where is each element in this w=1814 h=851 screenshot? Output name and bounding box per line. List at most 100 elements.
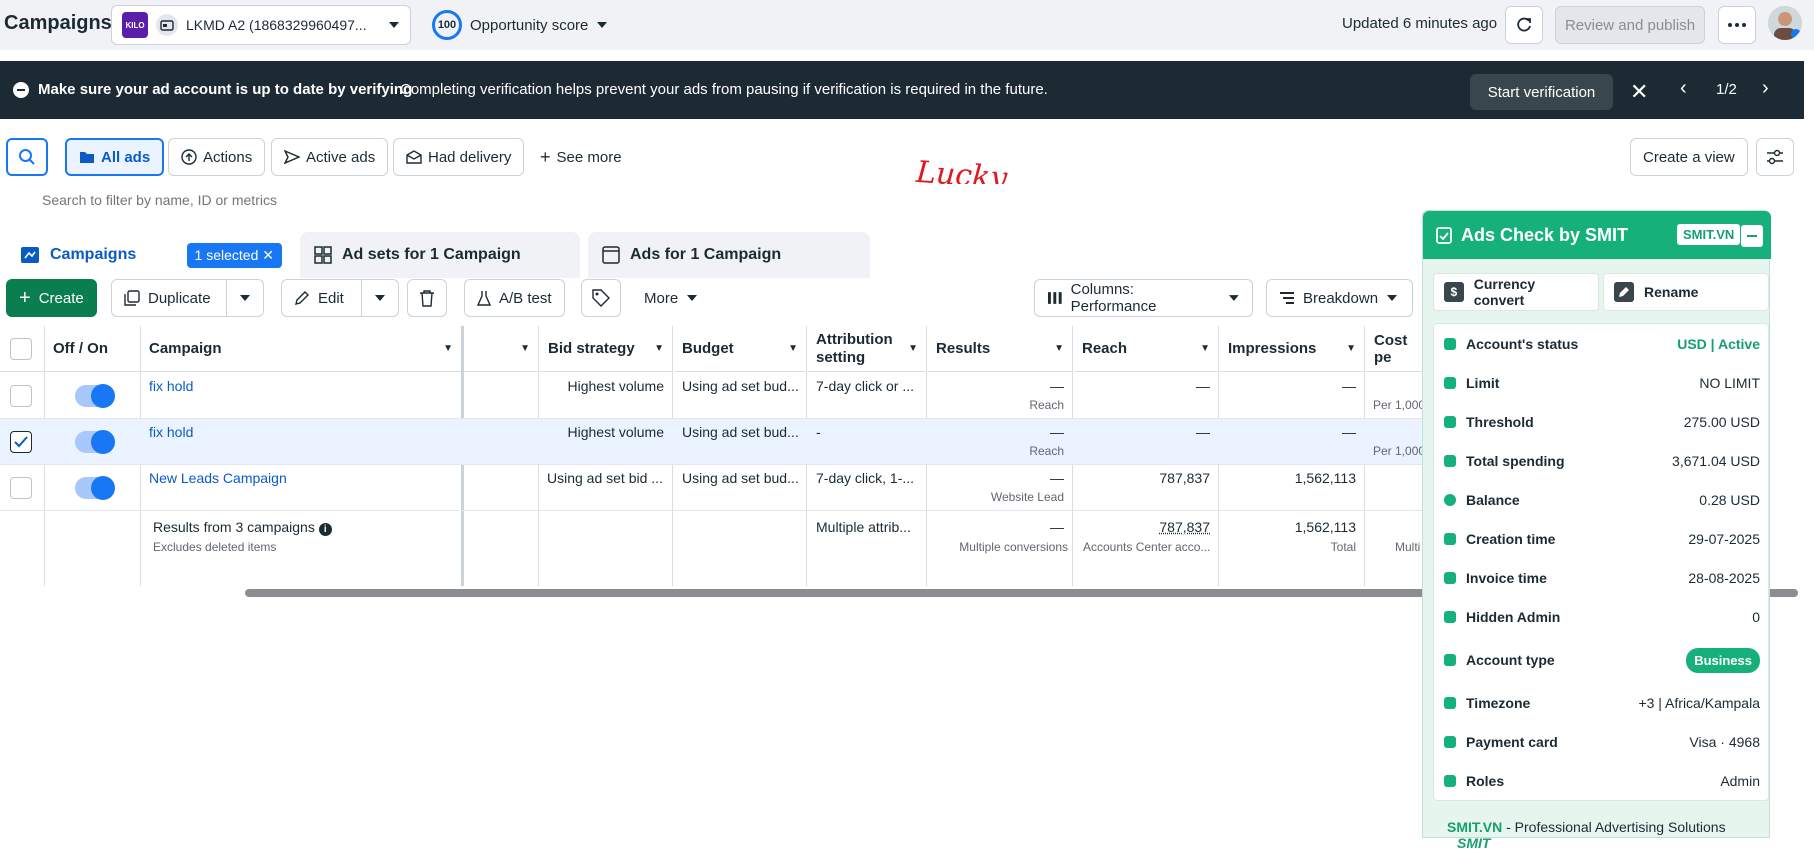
info-row-threshold: Threshold 275.00 USD — [1434, 404, 1770, 440]
row-checkbox[interactable] — [10, 477, 32, 499]
info-label: Hidden Admin — [1466, 609, 1561, 625]
all-ads-filter[interactable]: All ads — [65, 138, 165, 176]
smit-info-list: Account's status USD | Active Limit NO LIM… — [1433, 323, 1769, 801]
duplicate-button[interactable]: Duplicate — [111, 279, 264, 317]
actions-filter[interactable]: Actions — [168, 138, 266, 176]
chevron-left-icon[interactable]: ‹ — [1680, 77, 1687, 100]
select-all-checkbox[interactable] — [10, 338, 32, 360]
view-settings-button[interactable] — [1756, 138, 1794, 176]
selected-badge[interactable]: 1 selected ✕ — [186, 242, 282, 268]
create-button[interactable]: + Create — [6, 279, 97, 317]
tab-campaigns[interactable]: Campaigns 1 selected ✕ — [6, 232, 296, 278]
bid-strategy-cell: Using ad set bid ... — [547, 470, 663, 486]
duplicate-dropdown[interactable] — [226, 279, 251, 317]
header-impressions[interactable]: Impressions ▼ — [1220, 326, 1364, 372]
had-delivery-filter[interactable]: Had delivery — [393, 138, 525, 176]
edit-icon — [1614, 282, 1634, 302]
header-results[interactable]: Results ▼ — [928, 326, 1072, 372]
info-value: Business — [1686, 647, 1760, 673]
spending-icon — [1444, 455, 1456, 467]
delivery-toggle[interactable] — [75, 430, 115, 454]
header-reach[interactable]: Reach ▼ — [1074, 326, 1218, 372]
footer-brand[interactable]: SMIT.VN — [1447, 819, 1502, 835]
chevron-down-icon — [1387, 295, 1398, 301]
impressions-cell: — — [1342, 378, 1356, 394]
ellipsis-icon — [1728, 23, 1746, 27]
edit-button[interactable]: Edit — [281, 279, 399, 317]
close-icon[interactable]: ✕ — [1630, 79, 1648, 105]
info-row-limit: Limit NO LIMIT — [1434, 365, 1770, 401]
delivery-toggle[interactable] — [75, 384, 115, 408]
refresh-button[interactable] — [1505, 6, 1543, 44]
header-attribution[interactable]: Attribution setting ▼ — [808, 326, 926, 372]
shield-icon — [1444, 611, 1456, 623]
banner-text: Completing verification helps prevent yo… — [400, 81, 1048, 98]
results-cell: — — [1050, 470, 1064, 486]
header-off-on[interactable]: Off / On — [45, 326, 140, 372]
sort-caret-icon: ▼ — [908, 342, 918, 354]
header-budget-label: Budget — [682, 340, 734, 357]
folder-icon — [80, 152, 94, 163]
chevron-right-icon[interactable]: › — [1762, 77, 1769, 100]
filter-search-input[interactable] — [42, 192, 942, 208]
tab-ads[interactable]: Ads for 1 Campaign — [588, 232, 870, 278]
review-publish-button[interactable]: Review and publish — [1555, 6, 1705, 44]
info-row-balance: Balance 0.28 USD — [1434, 482, 1770, 518]
minimize-icon[interactable] — [1741, 225, 1763, 247]
globe-shield-icon — [1444, 697, 1456, 709]
table-row[interactable]: fix hold Highest volume Using ad set bud… — [0, 373, 1430, 419]
campaign-name-link[interactable]: fix hold — [149, 424, 193, 440]
columns-button[interactable]: Columns: Performance — [1034, 279, 1253, 317]
currency-convert-button[interactable]: $ Currency convert — [1433, 273, 1599, 311]
header-impressions-label: Impressions — [1228, 340, 1317, 357]
tab-adsets[interactable]: Ad sets for 1 Campaign — [300, 232, 580, 278]
info-row-status: Account's status USD | Active — [1434, 326, 1770, 362]
more-button[interactable]: More — [632, 279, 710, 317]
see-more-button[interactable]: + See more — [528, 138, 634, 176]
cost-per-type: Per 1,000 — [1373, 444, 1426, 458]
header-hidden-column[interactable]: ▼ — [463, 326, 538, 372]
chevron-down-icon — [240, 295, 250, 301]
more-label: More — [644, 289, 679, 307]
edit-dropdown[interactable] — [361, 279, 386, 317]
header-off-on-label: Off / On — [53, 340, 108, 357]
start-verification-button[interactable]: Start verification — [1470, 74, 1613, 110]
top-bar: Campaigns KILO LKMD A2 (1868329960497...… — [0, 0, 1814, 50]
avatar[interactable] — [1768, 6, 1802, 40]
info-value: Admin — [1720, 773, 1760, 789]
create-view-button[interactable]: Create a view — [1630, 138, 1748, 176]
ab-test-button[interactable]: A/B test — [464, 279, 565, 317]
opportunity-score[interactable]: 100 Opportunity score — [432, 10, 608, 40]
clear-selection-icon[interactable]: ✕ — [262, 247, 274, 263]
row-checkbox-checked[interactable] — [10, 431, 32, 453]
more-options-button[interactable] — [1718, 6, 1756, 44]
delete-button[interactable] — [407, 279, 447, 317]
header-budget[interactable]: Budget ▼ — [674, 326, 806, 372]
rename-button[interactable]: Rename — [1603, 273, 1769, 311]
banner-title: Make sure your ad account is up to date … — [38, 81, 413, 98]
header-campaign[interactable]: Campaign ▼ — [141, 326, 461, 372]
table-row[interactable]: fix hold Highest volume Using ad set bud… — [0, 419, 1430, 465]
table-row[interactable]: New Leads Campaign Using ad set bid ... … — [0, 465, 1430, 511]
campaign-name-link[interactable]: fix hold — [149, 378, 193, 394]
smit-extension-panel: Ads Check by SMIT SMIT.VN $ Currency con… — [1422, 210, 1771, 851]
info-icon[interactable]: i — [318, 523, 332, 536]
tag-button[interactable] — [581, 279, 621, 317]
account-selector[interactable]: KILO LKMD A2 (1868329960497... — [111, 5, 411, 45]
breakdown-button[interactable]: Breakdown — [1266, 279, 1413, 317]
row-checkbox[interactable] — [10, 385, 32, 407]
header-bid-strategy[interactable]: Bid strategy ▼ — [540, 326, 672, 372]
summary-results-type: Multiple conversions — [959, 540, 1068, 554]
info-row-spending: Total spending 3,671.04 USD — [1434, 443, 1770, 479]
campaign-name-link[interactable]: New Leads Campaign — [149, 470, 287, 486]
info-label: Limit — [1466, 375, 1500, 391]
smit-badge[interactable]: SMIT.VN — [1677, 224, 1741, 245]
summary-title-text: Results from 3 campaigns — [153, 519, 315, 535]
duplicate-label: Duplicate — [148, 289, 211, 307]
search-button[interactable] — [6, 138, 48, 176]
minus-circle-icon — [13, 82, 29, 98]
active-ads-filter[interactable]: Active ads — [271, 138, 389, 176]
delivery-toggle[interactable] — [75, 476, 115, 500]
threshold-icon — [1444, 416, 1456, 428]
plus-icon: + — [540, 146, 551, 167]
